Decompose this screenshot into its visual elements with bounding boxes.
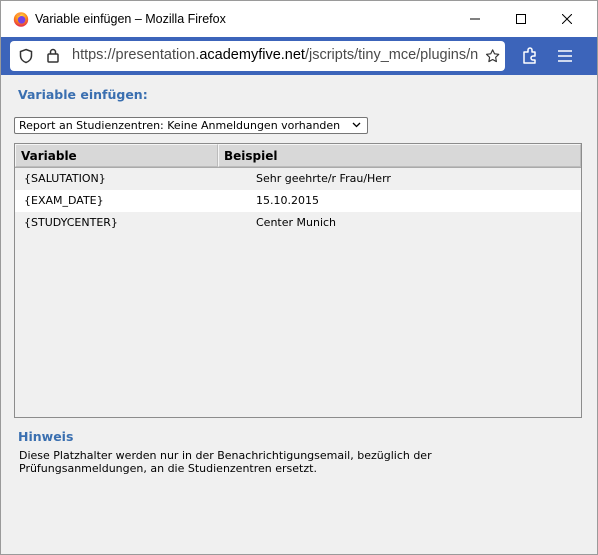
minimize-icon <box>470 18 480 20</box>
cell-example: Sehr geehrte/r Frau/Herr <box>256 172 391 185</box>
cell-variable: {STUDYCENTER} <box>24 216 118 229</box>
cell-variable: {EXAM_DATE} <box>24 194 104 207</box>
table-header: Variable Beispiel <box>15 144 581 168</box>
browser-toolbar: https://presentation.academyfive.net/jsc… <box>1 37 597 75</box>
minimize-button[interactable] <box>452 1 498 37</box>
template-select[interactable]: Report an Studienzentren: Keine Anmeldun… <box>14 117 368 134</box>
title-bar: Variable einfügen – Mozilla Firefox <box>1 1 597 37</box>
page-title: Variable einfügen: <box>18 87 148 102</box>
hamburger-menu-icon[interactable] <box>557 49 573 63</box>
url-text[interactable]: https://presentation.academyfive.net/jsc… <box>72 47 494 63</box>
close-button[interactable] <box>544 1 590 37</box>
variables-table: Variable Beispiel {SALUTATION} Sehr geeh… <box>14 143 582 418</box>
lock-icon[interactable] <box>46 47 60 63</box>
cell-example: Center Munich <box>256 216 337 229</box>
template-select-value: Report an Studienzentren: Keine Anmeldun… <box>19 119 341 132</box>
bookmark-star-icon[interactable] <box>478 47 500 65</box>
maximize-icon <box>516 14 526 24</box>
chevron-down-icon <box>352 122 361 128</box>
column-header-example[interactable]: Beispiel <box>218 144 581 167</box>
firefox-logo-icon <box>13 12 29 27</box>
close-icon <box>562 14 572 24</box>
hint-title: Hinweis <box>18 429 74 444</box>
url-bar[interactable]: https://presentation.academyfive.net/jsc… <box>10 41 505 71</box>
dialog-content: Variable einfügen: Report an Studienzent… <box>1 75 597 554</box>
table-row[interactable]: {EXAM_DATE} 15.10.2015 <box>15 190 581 212</box>
hint-text: Diese Platzhalter werden nur in der Bena… <box>19 449 432 475</box>
cell-variable: {SALUTATION} <box>24 172 106 185</box>
column-header-variable[interactable]: Variable <box>15 144 218 167</box>
url-host: academyfive.net <box>199 47 305 63</box>
table-row[interactable]: {STUDYCENTER} Center Munich <box>15 212 581 234</box>
window-title: Variable einfügen – Mozilla Firefox <box>35 12 226 26</box>
table-row[interactable]: {SALUTATION} Sehr geehrte/r Frau/Herr <box>15 168 581 190</box>
extensions-icon[interactable] <box>520 46 540 66</box>
url-path: /jscripts/tiny_mce/plugins/nev <box>304 47 494 63</box>
url-prefix: https://presentation. <box>72 47 200 63</box>
shield-icon[interactable] <box>18 48 34 64</box>
cell-example: 15.10.2015 <box>256 194 319 207</box>
maximize-button[interactable] <box>498 1 544 37</box>
browser-window: Variable einfügen – Mozilla Firefox http… <box>0 0 598 555</box>
